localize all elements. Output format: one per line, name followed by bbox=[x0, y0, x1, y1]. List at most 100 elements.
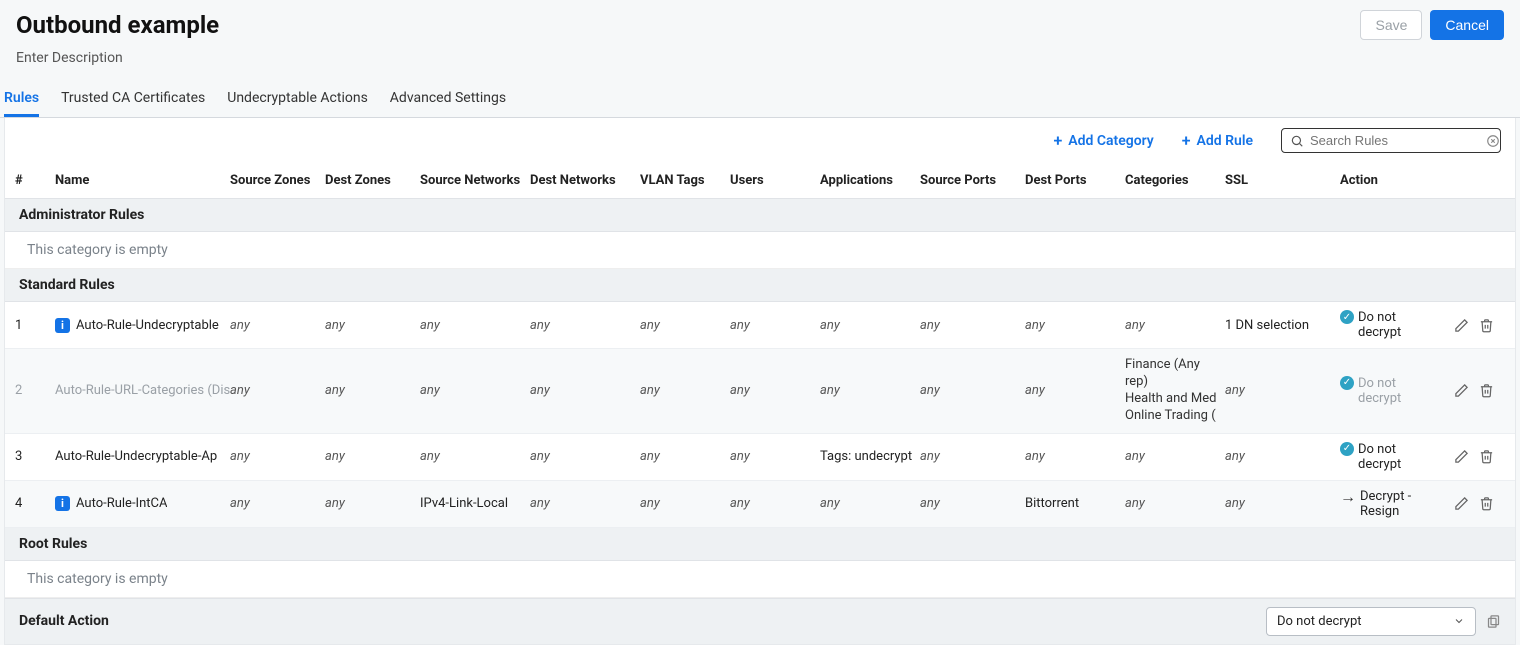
description-placeholder[interactable]: Enter Description bbox=[0, 44, 1520, 82]
src-nets: any bbox=[420, 318, 530, 333]
rule-name-text: Auto-Rule-IntCA bbox=[76, 496, 167, 511]
check-icon: ✓ bbox=[1340, 310, 1354, 324]
apps: Tags: undecrypt bbox=[820, 449, 920, 464]
rule-name-text: Auto-Rule-Undecryptable-Ap bbox=[55, 449, 217, 464]
src-ports: any bbox=[920, 449, 1025, 464]
src-ports: any bbox=[920, 496, 1025, 511]
delete-icon[interactable] bbox=[1479, 318, 1494, 333]
action-cell: ✓Do not decrypt bbox=[1340, 442, 1440, 472]
src-zones: any bbox=[230, 318, 325, 333]
tab-undecryptable-actions[interactable]: Undecryptable Actions bbox=[227, 82, 368, 117]
col-dst-ports: Dest Ports bbox=[1025, 173, 1125, 188]
col-ssl: SSL bbox=[1225, 173, 1340, 188]
table-row[interactable]: 3Auto-Rule-Undecryptable-Apanyanyanyanya… bbox=[5, 434, 1515, 481]
dst-nets: any bbox=[530, 496, 640, 511]
clear-search-icon[interactable] bbox=[1486, 134, 1500, 148]
chevron-down-icon bbox=[1453, 615, 1465, 627]
rule-name-text: Auto-Rule-Undecryptable bbox=[76, 318, 219, 333]
ssl: 1 DN selection bbox=[1225, 318, 1340, 333]
edit-icon[interactable] bbox=[1454, 318, 1469, 333]
row-actions bbox=[1440, 383, 1500, 398]
category-root: Root Rules bbox=[5, 528, 1515, 561]
search-input[interactable] bbox=[1304, 133, 1486, 148]
dst-ports: any bbox=[1025, 318, 1125, 333]
tab-advanced-settings[interactable]: Advanced Settings bbox=[390, 82, 506, 117]
col-cats: Categories bbox=[1125, 173, 1225, 188]
plus-icon: + bbox=[1053, 133, 1062, 149]
add-rule-label: Add Rule bbox=[1197, 133, 1253, 149]
table-row[interactable]: 2Auto-Rule-URL-Categories (Disabled)anya… bbox=[5, 349, 1515, 434]
table-row[interactable]: 4iAuto-Rule-IntCAanyanyIPv4-Link-Localan… bbox=[5, 481, 1515, 528]
categories: any bbox=[1125, 449, 1225, 464]
table-header: # Name Source Zones Dest Zones Source Ne… bbox=[5, 163, 1515, 199]
search-icon bbox=[1290, 134, 1304, 148]
category-empty: This category is empty bbox=[5, 561, 1515, 598]
action-cell: ✓Do not decrypt bbox=[1340, 376, 1440, 406]
edit-icon[interactable] bbox=[1454, 496, 1469, 511]
vlan: any bbox=[640, 318, 730, 333]
check-icon: ✓ bbox=[1340, 376, 1354, 390]
users: any bbox=[730, 318, 820, 333]
col-num: # bbox=[15, 173, 55, 188]
default-action-label: Default Action bbox=[19, 613, 109, 629]
tab-rules[interactable]: Rules bbox=[4, 82, 39, 117]
cancel-button[interactable]: Cancel bbox=[1430, 10, 1504, 40]
ssl: any bbox=[1225, 383, 1340, 398]
add-category-label: Add Category bbox=[1068, 133, 1154, 149]
delete-icon[interactable] bbox=[1479, 496, 1494, 511]
col-dst-nets: Dest Networks bbox=[530, 173, 640, 188]
src-zones: any bbox=[230, 383, 325, 398]
action-text: Decrypt - Resign bbox=[1360, 489, 1440, 519]
col-src-ports: Source Ports bbox=[920, 173, 1025, 188]
rule-num: 1 bbox=[15, 318, 55, 333]
page-title: Outbound example bbox=[16, 11, 219, 39]
rule-name: Auto-Rule-URL-Categories (Disabled) bbox=[55, 383, 230, 398]
apps: any bbox=[820, 496, 920, 511]
action-cell: →Decrypt - Resign bbox=[1340, 489, 1440, 519]
rule-num: 4 bbox=[15, 496, 55, 511]
tab-trusted-ca-certificates[interactable]: Trusted CA Certificates bbox=[61, 82, 205, 117]
ssl: any bbox=[1225, 449, 1340, 464]
search-input-wrap[interactable] bbox=[1281, 128, 1501, 153]
categories: any bbox=[1125, 496, 1225, 511]
src-nets: IPv4-Link-Local bbox=[420, 496, 530, 511]
action-cell: ✓ Do not decrypt bbox=[1340, 310, 1440, 340]
dst-ports: Bittorrent bbox=[1025, 496, 1125, 511]
src-nets: any bbox=[420, 383, 530, 398]
dst-zones: any bbox=[325, 496, 420, 511]
users: any bbox=[730, 383, 820, 398]
log-icon[interactable] bbox=[1486, 614, 1501, 629]
add-rule-button[interactable]: + Add Rule bbox=[1182, 133, 1253, 149]
rule-name-text: Auto-Rule-URL-Categories (Disabled) bbox=[55, 383, 230, 398]
users: any bbox=[730, 449, 820, 464]
col-apps: Applications bbox=[820, 173, 920, 188]
src-ports: any bbox=[920, 318, 1025, 333]
default-action-select[interactable]: Do not decrypt bbox=[1266, 607, 1476, 636]
vlan: any bbox=[640, 383, 730, 398]
category-admin: Administrator Rules bbox=[5, 199, 1515, 232]
delete-icon[interactable] bbox=[1479, 449, 1494, 464]
edit-icon[interactable] bbox=[1454, 449, 1469, 464]
dst-zones: any bbox=[325, 449, 420, 464]
plus-icon: + bbox=[1182, 133, 1191, 149]
action-text: Do not decrypt bbox=[1358, 310, 1440, 340]
apps: any bbox=[820, 383, 920, 398]
category-empty: This category is empty bbox=[5, 232, 1515, 269]
dst-zones: any bbox=[325, 318, 420, 333]
dst-ports: any bbox=[1025, 449, 1125, 464]
table-row[interactable]: 1iAuto-Rule-Undecryptableanyanyanyanyany… bbox=[5, 302, 1515, 349]
vlan: any bbox=[640, 449, 730, 464]
src-zones: any bbox=[230, 496, 325, 511]
info-icon[interactable]: i bbox=[55, 496, 70, 511]
add-category-button[interactable]: + Add Category bbox=[1053, 133, 1153, 149]
col-src-nets: Source Networks bbox=[420, 173, 530, 188]
edit-icon[interactable] bbox=[1454, 383, 1469, 398]
tabs: Rules Trusted CA Certificates Undecryptabl… bbox=[0, 82, 1520, 118]
delete-icon[interactable] bbox=[1479, 383, 1494, 398]
dst-ports: any bbox=[1025, 383, 1125, 398]
dst-nets: any bbox=[530, 449, 640, 464]
src-ports: any bbox=[920, 383, 1025, 398]
col-vlan: VLAN Tags bbox=[640, 173, 730, 188]
info-icon[interactable]: i bbox=[55, 318, 70, 333]
save-button[interactable]: Save bbox=[1360, 10, 1422, 40]
